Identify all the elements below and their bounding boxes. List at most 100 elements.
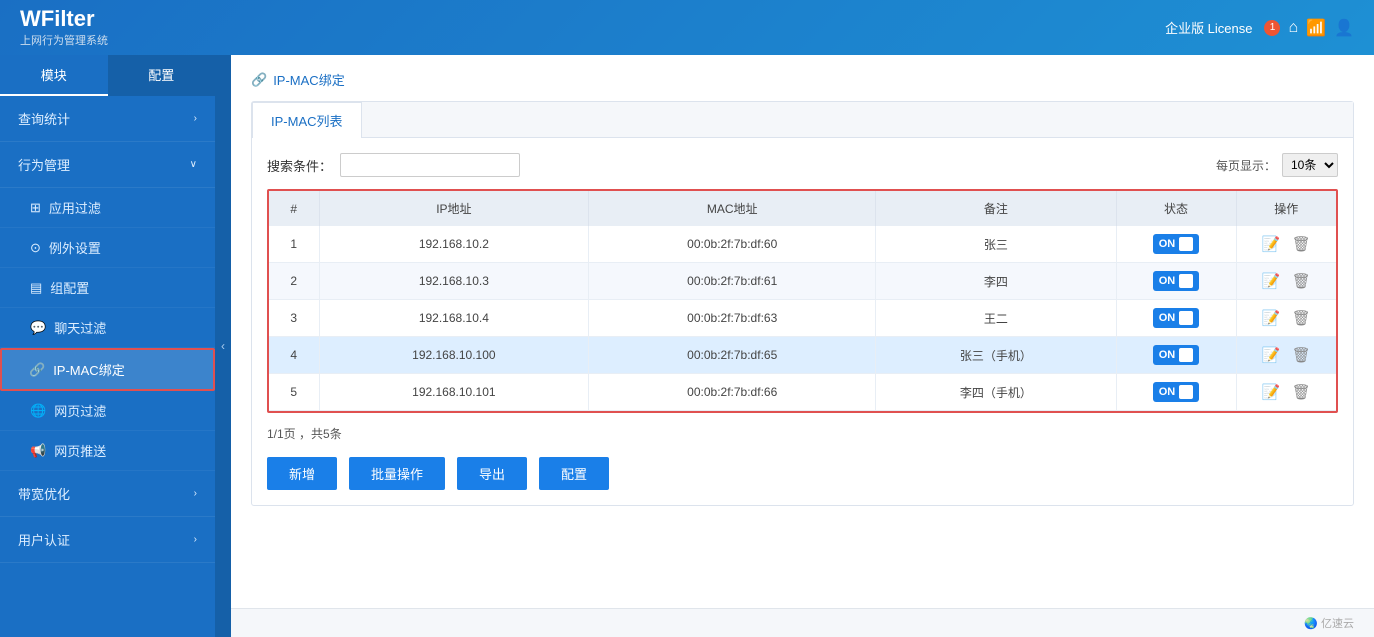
sidebar-label-chat-filter: 聊天过滤 (54, 318, 106, 337)
add-button[interactable]: 新增 (267, 457, 337, 490)
cell-id: 1 (269, 226, 319, 263)
col-mac: MAC地址 (589, 191, 876, 226)
sidebar-item-bandwidth[interactable]: 带宽优化 › (0, 471, 215, 517)
sidebar-label-web-filter: 网页过滤 (54, 401, 106, 420)
cell-status: ON (1116, 374, 1236, 411)
chat-icon: 💬 (30, 320, 46, 336)
cell-ip: 192.168.10.4 (319, 300, 589, 337)
cell-id: 4 (269, 337, 319, 374)
sidebar-label-web-push: 网页推送 (54, 441, 106, 460)
delete-icon-4[interactable]: 🗑 (1292, 347, 1311, 364)
sidebar: 模块 配置 查询统计 › 行为管理 ∨ ⊞ 应用过滤 ⊙ 例外设置 ▤ 组配置 (0, 55, 215, 637)
sidebar-label-behavior: 行为管理 (18, 155, 70, 174)
delete-icon-2[interactable]: 🗑 (1292, 273, 1311, 290)
config-button[interactable]: 配置 (539, 457, 609, 490)
cell-ip: 192.168.10.101 (319, 374, 589, 411)
group-icon: ▤ (30, 280, 42, 296)
search-input[interactable] (340, 153, 520, 177)
table-row: 3 192.168.10.4 00:0b:2f:7b:df:63 王二 ON 📝 (269, 300, 1336, 337)
pagination-text: 1/1页 ，共5条 (267, 427, 342, 441)
table-body: 1 192.168.10.2 00:0b:2f:7b:df:60 张三 ON 📝 (269, 226, 1336, 411)
footer: 🌏 亿速云 (231, 608, 1374, 637)
wifi-icon[interactable]: 📶 (1306, 18, 1326, 38)
sidebar-item-user-auth[interactable]: 用户认证 › (0, 517, 215, 563)
edit-icon-1[interactable]: 📝 (1262, 236, 1281, 253)
toggle-on-4[interactable]: ON (1153, 345, 1200, 365)
cell-id: 2 (269, 263, 319, 300)
toggle-on-3[interactable]: ON (1153, 308, 1200, 328)
sidebar-item-web-push[interactable]: 📢 网页推送 (0, 431, 215, 471)
home-icon[interactable]: ⌂ (1288, 19, 1298, 37)
cell-status: ON (1116, 300, 1236, 337)
search-label: 搜索条件： (267, 156, 332, 175)
delete-icon-3[interactable]: 🗑 (1292, 310, 1311, 327)
cell-status: ON (1116, 226, 1236, 263)
col-note: 备注 (876, 191, 1116, 226)
sidebar-label-bandwidth: 带宽优化 (18, 484, 70, 503)
cell-ip: 192.168.10.3 (319, 263, 589, 300)
header-right: 企业版 License 1 ⌂ 📶 👤 (1165, 18, 1354, 38)
sidebar-label-ip-mac: IP-MAC绑定 (53, 360, 125, 379)
sidebar-label-exception: 例外设置 (49, 238, 101, 257)
table-row: 5 192.168.10.101 00:0b:2f:7b:df:66 李四（手机… (269, 374, 1336, 411)
sidebar-item-web-filter[interactable]: 🌐 网页过滤 (0, 391, 215, 431)
card-tabs: IP-MAC列表 (252, 102, 1353, 138)
apps-icon: ⊞ (30, 200, 41, 216)
cell-action: 📝 🗑 (1236, 337, 1336, 374)
sidebar-item-app-filter[interactable]: ⊞ 应用过滤 (0, 188, 215, 228)
search-left: 搜索条件： (267, 153, 520, 177)
sidebar-tabs: 模块 配置 (0, 55, 215, 96)
edit-icon-4[interactable]: 📝 (1262, 347, 1281, 364)
body-wrap: 模块 配置 查询统计 › 行为管理 ∨ ⊞ 应用过滤 ⊙ 例外设置 ▤ 组配置 (0, 55, 1374, 637)
col-status: 状态 (1116, 191, 1236, 226)
header: WFilter 上网行为管理系统 企业版 License 1 ⌂ 📶 👤 (0, 0, 1374, 55)
cell-note: 张三 (876, 226, 1116, 263)
cell-mac: 00:0b:2f:7b:df:61 (589, 263, 876, 300)
delete-icon-1[interactable]: 🗑 (1292, 236, 1311, 253)
breadcrumb: 🔗 IP-MAC绑定 (251, 70, 1354, 89)
except-icon: ⊙ (30, 240, 41, 256)
cell-status: ON (1116, 337, 1236, 374)
notification-badge[interactable]: 1 (1264, 20, 1280, 36)
export-button[interactable]: 导出 (457, 457, 527, 490)
edit-icon-3[interactable]: 📝 (1262, 310, 1281, 327)
search-right: 每页显示： 10条 20条 50条 (1216, 153, 1338, 177)
user-icon[interactable]: 👤 (1334, 18, 1354, 38)
ip-mac-table: # IP地址 MAC地址 备注 状态 操作 1 (269, 191, 1336, 411)
batch-button[interactable]: 批量操作 (349, 457, 445, 490)
search-bar: 搜索条件： 每页显示： 10条 20条 50条 (267, 153, 1338, 177)
sidebar-item-chat-filter[interactable]: 💬 聊天过滤 (0, 308, 215, 348)
license-text: 企业版 License (1165, 18, 1252, 37)
sidebar-collapse-btn[interactable]: ‹ (215, 55, 231, 637)
sidebar-item-group-config[interactable]: ▤ 组配置 (0, 268, 215, 308)
cell-note: 张三（手机） (876, 337, 1116, 374)
cell-ip: 192.168.10.100 (319, 337, 589, 374)
cell-mac: 00:0b:2f:7b:df:66 (589, 374, 876, 411)
cell-id: 5 (269, 374, 319, 411)
sidebar-item-query-stats[interactable]: 查询统计 › (0, 96, 215, 142)
sidebar-item-behavior[interactable]: 行为管理 ∨ (0, 142, 215, 188)
cell-action: 📝 🗑 (1236, 374, 1336, 411)
card-tab-ip-mac-list[interactable]: IP-MAC列表 (252, 102, 362, 138)
toggle-on-5[interactable]: ON (1153, 382, 1200, 402)
cell-note: 李四 (876, 263, 1116, 300)
per-page-select[interactable]: 10条 20条 50条 (1282, 153, 1338, 177)
sidebar-tab-config[interactable]: 配置 (108, 55, 216, 96)
toggle-on-2[interactable]: ON (1153, 271, 1200, 291)
sidebar-item-ip-mac[interactable]: 🔗 IP-MAC绑定 (0, 348, 215, 391)
table-row-highlighted: 4 192.168.10.100 00:0b:2f:7b:df:65 张三（手机… (269, 337, 1336, 374)
web-icon: 🌐 (30, 403, 46, 419)
toggle-on-1[interactable]: ON (1153, 234, 1200, 254)
table-header: # IP地址 MAC地址 备注 状态 操作 (269, 191, 1336, 226)
main-content: 🔗 IP-MAC绑定 IP-MAC列表 搜索条件： 每 (231, 55, 1374, 637)
col-action: 操作 (1236, 191, 1336, 226)
arrow-bandwidth: › (194, 488, 197, 499)
cell-id: 3 (269, 300, 319, 337)
sidebar-tab-module[interactable]: 模块 (0, 55, 108, 96)
sidebar-label-group-config: 组配置 (50, 278, 89, 297)
edit-icon-2[interactable]: 📝 (1262, 273, 1281, 290)
sidebar-item-exception[interactable]: ⊙ 例外设置 (0, 228, 215, 268)
delete-icon-5[interactable]: 🗑 (1292, 384, 1311, 401)
push-icon: 📢 (30, 443, 46, 459)
edit-icon-5[interactable]: 📝 (1262, 384, 1281, 401)
